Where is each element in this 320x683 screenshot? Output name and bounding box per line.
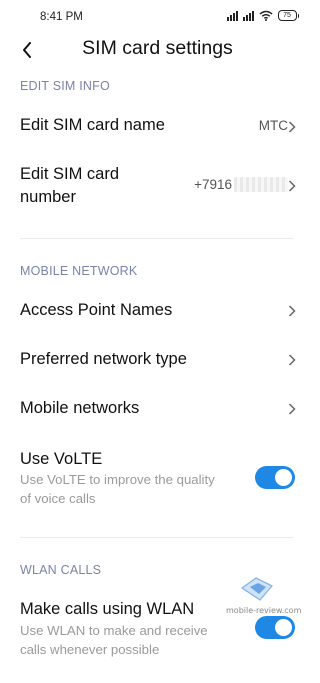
sim-name-value: MTC: [258, 118, 288, 133]
page-title: SIM card settings: [82, 37, 233, 59]
row-subtitle-line1: Use WLAN to make and receive: [20, 623, 208, 638]
row-title: Make calls using WLAN: [20, 600, 195, 618]
battery-icon: 75: [277, 10, 299, 21]
row-title: Mobile networks: [20, 399, 140, 417]
signal-icon: [226, 10, 238, 21]
apn-row[interactable]: Access Point Names: [0, 292, 315, 332]
chevron-right-icon: [288, 403, 296, 415]
row-subtitle-line1: Use VoLTE to improve the quality: [20, 472, 215, 487]
preferred-network-row[interactable]: Preferred network type: [0, 341, 315, 381]
section-header-mobile-network: MOBILE NETWORK: [20, 264, 138, 278]
row-title: Use VoLTE: [20, 450, 103, 468]
volte-row[interactable]: Use VoLTE Use VoLTE to improve the quali…: [0, 442, 315, 512]
section-header-wlan-calls: WLAN CALLS: [20, 563, 102, 577]
signal-icon-2: [242, 10, 254, 21]
wifi-icon: [259, 10, 273, 21]
divider: [20, 238, 294, 239]
edit-sim-name-row[interactable]: Edit SIM card name MTC: [0, 108, 315, 148]
volte-toggle[interactable]: [255, 466, 295, 489]
wlan-calls-toggle[interactable]: [255, 616, 295, 639]
status-bar: 8:41 PM 75: [0, 0, 315, 36]
row-title: Preferred network type: [20, 350, 187, 368]
row-subtitle-line2: of voice calls: [20, 491, 96, 506]
chevron-right-icon: [288, 121, 296, 133]
status-time: 8:41 PM: [40, 11, 83, 23]
wlan-calls-row[interactable]: Make calls using WLAN Use WLAN to make a…: [0, 592, 315, 662]
section-header-edit-sim: EDIT SIM INFO: [20, 79, 110, 93]
row-title-line1: Edit SIM card: [20, 165, 120, 183]
divider: [20, 537, 294, 538]
row-title: Access Point Names: [20, 301, 173, 319]
row-title-line2: number: [20, 188, 76, 206]
toggle-knob: [275, 619, 292, 636]
mobile-networks-row[interactable]: Mobile networks: [0, 390, 315, 430]
row-subtitle-line2: calls whenever possible: [20, 642, 160, 657]
chevron-right-icon: [288, 180, 296, 192]
battery-level: 75: [277, 10, 297, 21]
status-icons: 75: [226, 10, 299, 21]
edit-sim-number-row[interactable]: Edit SIM card number +7916: [0, 158, 315, 214]
sim-number-value: +7916: [194, 177, 288, 192]
toggle-knob: [275, 469, 292, 486]
title-bar: SIM card settings: [0, 36, 315, 64]
chevron-right-icon: [288, 305, 296, 317]
row-title: Edit SIM card name: [20, 116, 165, 134]
blurred-number: [234, 177, 288, 192]
chevron-right-icon: [288, 354, 296, 366]
